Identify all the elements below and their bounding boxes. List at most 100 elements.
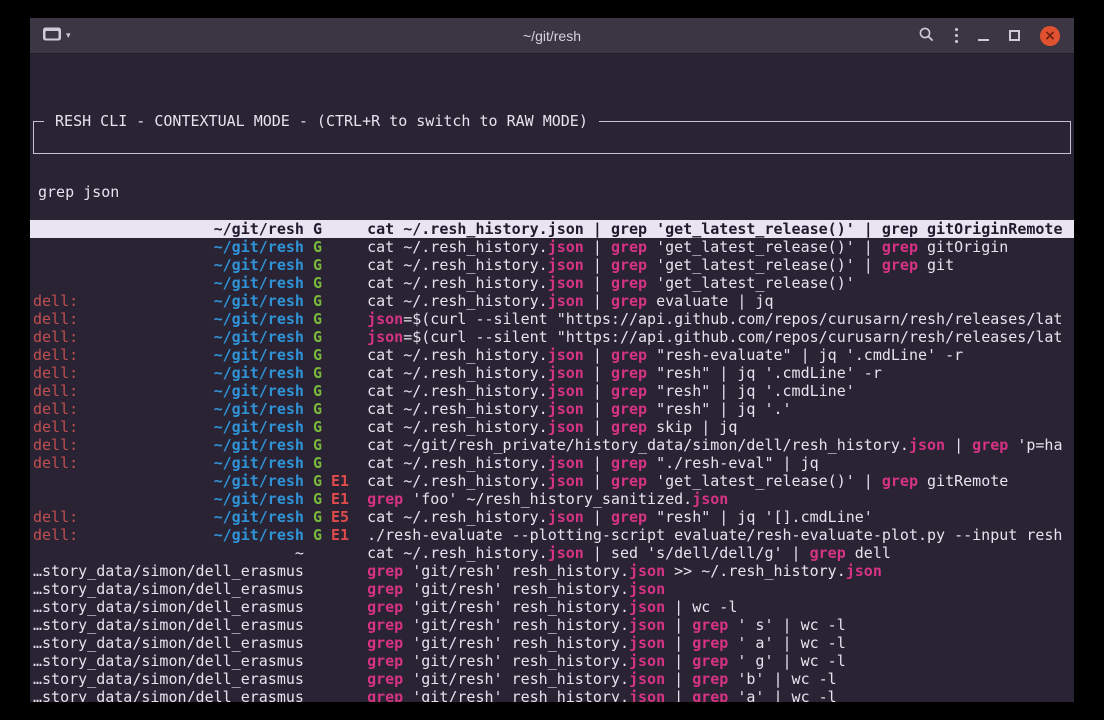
host-path-cell: ~/git/resh (33, 274, 304, 292)
history-row[interactable]: …story_data/simon/dell_erasmusgrep 'git/… (30, 634, 1074, 652)
host-label: dell: (33, 418, 78, 436)
history-row[interactable]: ~cat ~/.resh_history.json | sed 's/dell/… (30, 544, 1074, 562)
git-flag: G (313, 472, 322, 490)
restore-button[interactable] (1009, 30, 1020, 41)
command-text: grep 'git/resh' resh_history.json | grep… (367, 688, 1071, 702)
flags-cell (313, 688, 358, 702)
command-text: cat ~/.resh_history.json | grep "resh" |… (367, 400, 1071, 418)
history-row[interactable]: dell:~/git/reshGcat ~/.resh_history.json… (30, 418, 1074, 436)
pwd-label: ~/git/resh (214, 238, 304, 256)
host-path-cell: ~/git/resh (33, 238, 304, 256)
history-row[interactable]: …story_data/simon/dell_erasmusgrep 'git/… (30, 670, 1074, 688)
history-row[interactable]: …story_data/simon/dell_erasmusgrep 'git/… (30, 562, 1074, 580)
host-path-cell: …story_data/simon/dell_erasmus (33, 652, 304, 670)
host-path-cell: …story_data/simon/dell_erasmus (33, 562, 304, 580)
flags-cell (313, 616, 358, 634)
command-text: grep 'git/resh' resh_history.json | grep… (367, 616, 1071, 634)
menu-button[interactable] (955, 28, 958, 43)
history-row[interactable]: dell:~/git/reshG E5cat ~/.resh_history.j… (30, 508, 1074, 526)
host-label: dell: (33, 454, 78, 472)
host-label: dell: (33, 382, 78, 400)
git-flag: G (313, 382, 322, 400)
history-row[interactable]: …story_data/simon/dell_erasmus grep 'git/… (30, 598, 1074, 616)
exit-status-flag: E1 (322, 526, 349, 544)
git-flag: G (313, 238, 322, 256)
history-row[interactable]: ~/git/resh G E1 cat ~/.resh_history.json |… (30, 472, 1074, 490)
git-flag: G (313, 454, 322, 472)
exit-status-flag: E1 (322, 490, 349, 508)
command-text: cat ~/.resh_history.json | grep 'get_lat… (367, 472, 1071, 490)
history-row[interactable]: dell:~/git/reshGcat ~/.resh_history.json… (30, 346, 1074, 364)
history-row[interactable]: dell:~/git/reshGcat ~/.resh_history.json… (30, 364, 1074, 382)
pwd-label: …story_data/simon/dell_erasmus (33, 580, 304, 598)
host-path-cell: …story_data/simon/dell_erasmus (33, 616, 304, 634)
git-flag: G (313, 490, 322, 508)
pwd-label: ~/git/resh (214, 382, 304, 400)
host-path-cell: dell: ~/git/resh (33, 382, 304, 400)
history-row[interactable]: …story_data/simon/dell_erasmusgrep 'git/… (30, 652, 1074, 670)
host-path-cell: …story_data/simon/dell_erasmus (33, 598, 304, 616)
resh-header-box: RESH CLI - CONTEXTUAL MODE - (CTRL+R to … (33, 121, 1071, 154)
host-path-cell: dell:~/git/resh (33, 454, 304, 472)
pwd-label: ~/git/resh (214, 526, 304, 544)
pwd-label: ~/git/resh (214, 274, 304, 292)
new-terminal-icon (42, 26, 62, 45)
git-flag: G (313, 526, 322, 544)
history-row[interactable]: ~/git/reshGcat ~/.resh_history.json | gr… (30, 256, 1074, 274)
history-row[interactable]: dell:~/git/reshGcat ~/.resh_history.json… (30, 454, 1074, 472)
flags-cell (313, 634, 358, 652)
history-row[interactable]: …story_data/simon/dell_erasmus grep 'git/… (30, 616, 1074, 634)
flags-cell (313, 562, 358, 580)
close-icon: × (1044, 27, 1056, 45)
new-terminal-button[interactable]: ▾ (42, 26, 71, 45)
host-path-cell: ~/git/resh (33, 472, 304, 490)
git-flag: G (313, 292, 322, 310)
pwd-label: …story_data/simon/dell_erasmus (33, 634, 304, 652)
history-row[interactable]: dell:~/git/reshGcat ~/.resh_history.json… (30, 400, 1074, 418)
history-row[interactable]: ~/git/reshGcat ~/.resh_history.json | gr… (30, 238, 1074, 256)
terminal-window: ▾ ~/git/resh (30, 18, 1074, 702)
host-label: dell: (33, 292, 78, 310)
pwd-label: ~/git/resh (214, 400, 304, 418)
command-text: cat ~/.resh_history.json | grep skip | j… (367, 418, 1071, 436)
command-text: cat ~/.resh_history.json | grep "resh" |… (367, 382, 1071, 400)
host-path-cell: dell:~/git/resh (33, 346, 304, 364)
host-label: dell: (33, 436, 78, 454)
history-row[interactable]: …story_data/simon/dell_erasmusgrep 'git/… (30, 580, 1074, 598)
host-path-cell: dell:~/git/resh (33, 328, 304, 346)
history-row[interactable]: ~/git/reshGcat ~/.resh_history.json | gr… (30, 274, 1074, 292)
host-path-cell: …story_data/simon/dell_erasmus (33, 634, 304, 652)
history-row[interactable]: dell:~/git/reshGcat ~/git/resh_private/h… (30, 436, 1074, 454)
history-row[interactable]: dell:~/git/reshGjson=$(curl --silent "ht… (30, 328, 1074, 346)
search-query-input[interactable]: grep json (34, 176, 1070, 201)
history-row[interactable]: dell:~/git/reshGcat ~/.resh_history.json… (30, 292, 1074, 310)
history-row[interactable]: ~/git/reshG E1grep 'foo' ~/resh_history_… (30, 490, 1074, 508)
history-row[interactable]: …story_data/simon/dell_erasmus grep 'git/… (30, 688, 1074, 702)
command-text: grep 'git/resh' resh_history.json | wc -… (367, 598, 1071, 616)
flags-cell: G (313, 238, 358, 256)
minimize-button[interactable] (978, 30, 989, 41)
titlebar[interactable]: ▾ ~/git/resh (30, 18, 1074, 54)
flags-cell (313, 580, 358, 598)
close-button[interactable]: × (1040, 26, 1060, 46)
pwd-label: ~ (295, 544, 304, 562)
restore-icon (1009, 30, 1020, 41)
command-text: json=$(curl --silent "https://api.github… (367, 328, 1071, 346)
pwd-label: ~/git/resh (214, 310, 304, 328)
flags-cell: G E1 (313, 472, 358, 490)
history-list: ~/git/resh Gcat ~/.resh_history.json | gr… (33, 220, 1071, 702)
host-path-cell: dell:~/git/resh (33, 364, 304, 382)
flags-cell: G (313, 256, 358, 274)
host-path-cell: ~/git/resh (33, 490, 304, 508)
history-row[interactable]: dell:~/git/reshGjson=$(curl --silent "ht… (30, 310, 1074, 328)
command-text: cat ~/.resh_history.json | grep 'get_lat… (367, 274, 1071, 292)
flags-cell (313, 652, 358, 670)
host-path-cell: …story_data/simon/dell_erasmus (33, 688, 304, 702)
flags-cell (313, 598, 358, 616)
minimize-icon (978, 39, 989, 41)
flags-cell: G (313, 454, 358, 472)
history-row[interactable]: dell: ~/git/resh Gcat ~/.resh_history.json… (30, 382, 1074, 400)
git-flag: G (313, 400, 322, 418)
search-button[interactable] (918, 26, 935, 46)
history-row[interactable]: dell:~/git/reshG E1./resh-evaluate --plo… (30, 526, 1074, 544)
